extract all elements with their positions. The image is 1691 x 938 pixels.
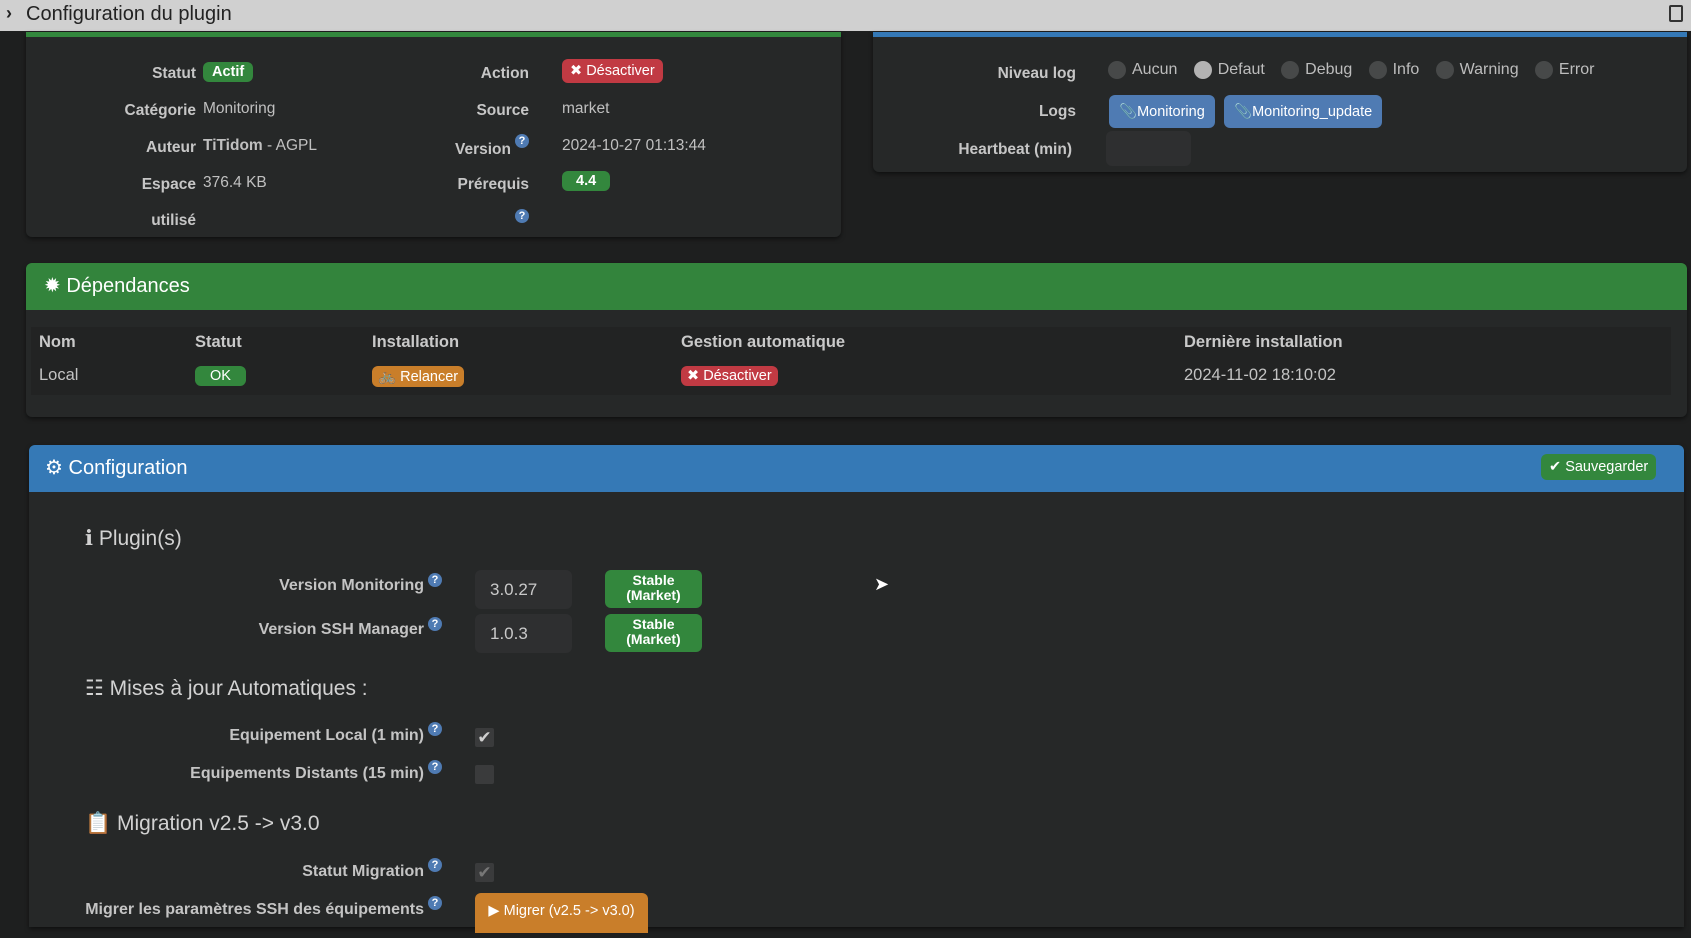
version-ssh-field: 1.0.3 — [475, 614, 572, 653]
action-label: Action — [480, 65, 529, 82]
desactiver-gestion-button[interactable]: ✖ Désactiver — [681, 366, 778, 386]
statut-migration-checkbox: ✔ — [475, 863, 494, 882]
categorie-value: Monitoring — [203, 100, 276, 117]
help-icon[interactable]: ? — [515, 134, 529, 148]
statut-migration-label: Statut Migration — [302, 863, 424, 880]
radio-error[interactable]: Error — [1534, 61, 1594, 79]
maximize-icon[interactable] — [1669, 5, 1683, 22]
version-label: Version — [455, 141, 511, 158]
play-circle-icon: ▶ — [488, 903, 500, 919]
list-check-icon: ☷ — [85, 677, 104, 700]
dependances-table: Nom Statut Installation Gestion automati… — [31, 327, 1671, 395]
statut-badge: Actif — [203, 62, 254, 82]
close-icon: ✖ — [687, 368, 700, 384]
desactiver-plugin-button[interactable]: ✖ Désactiver — [562, 59, 663, 83]
stable-market-badge: Stable (Market) — [605, 614, 702, 652]
relancer-button[interactable]: 🚲 Relancer — [372, 366, 465, 387]
chevron-right-icon[interactable]: › — [6, 3, 12, 24]
info-icon: ℹ — [85, 527, 93, 550]
migrer-label: Migrer les paramètres SSH des équipement… — [85, 901, 424, 918]
prerequis-badge: 4.4 — [562, 171, 611, 191]
radio-debug[interactable]: Debug — [1281, 61, 1352, 79]
col-gestion: Gestion automatique — [681, 333, 846, 351]
paperclip-icon: 📎 — [1119, 104, 1138, 120]
window-title: Configuration du plugin — [26, 3, 232, 25]
version-value: 2024-10-27 01:13:44 — [562, 137, 706, 154]
niveau-log-label: Niveau log — [997, 65, 1076, 82]
mouse-cursor-icon: ➤ — [874, 574, 890, 594]
dep-status-badge: OK — [195, 366, 246, 386]
auteur-name: TiTidom — [203, 137, 263, 154]
log-level-radios: Aucun Defaut Debug Info Warning Error — [1108, 61, 1606, 79]
col-installation: Installation — [372, 333, 460, 351]
dependances-title: Dépendances — [66, 275, 190, 297]
col-derniere: Dernière installation — [1184, 333, 1343, 351]
log-monitoring-button[interactable]: 📎Monitoring — [1109, 95, 1215, 128]
desactiver-label: Désactiver — [586, 63, 655, 79]
auteur-label: Auteur — [146, 139, 196, 156]
migrer-button[interactable]: ▶ Migrer (v2.5 -> v3.0) — [475, 893, 648, 933]
window-titlebar: › Configuration du plugin — [0, 0, 1691, 31]
cogs-icon: ⚙ — [45, 457, 63, 479]
equip-local-label: Equipement Local (1 min) — [229, 727, 424, 744]
help-icon[interactable]: ? — [515, 209, 529, 223]
dep-nom: Local — [39, 366, 79, 384]
clipboard-check-icon: 📋 — [85, 812, 112, 835]
dependances-header: ✹ Dépendances — [26, 263, 1687, 310]
help-icon[interactable]: ? — [428, 896, 442, 910]
configuration-title: Configuration — [68, 457, 188, 479]
auteur-license: - AGPL — [262, 137, 317, 154]
logs-label: Logs — [1038, 103, 1076, 120]
statut-label: Statut — [152, 65, 196, 82]
radio-info[interactable]: Info — [1368, 61, 1419, 79]
log-monitoring-update-button[interactable]: 📎Monitoring_update — [1224, 95, 1383, 128]
heartbeat-label: Heartbeat (min) — [958, 141, 1072, 158]
paperclip-icon: 📎 — [1234, 104, 1253, 120]
maj-heading: ☷ Mises à jour Automatiques : — [85, 677, 368, 700]
check-circle-icon: ✔ — [1549, 459, 1562, 475]
source-value: market — [562, 100, 610, 117]
cog-icon: ✹ — [44, 275, 61, 297]
bicycle-icon: 🚲 — [378, 369, 397, 385]
espace-label: Espace — [141, 176, 196, 193]
logs-panel: Niveau log Aucun Defaut Debug Info Warni… — [873, 32, 1687, 172]
plugins-heading: ℹ Plugin(s) — [85, 527, 182, 550]
radio-defaut[interactable]: Defaut — [1193, 61, 1265, 79]
dependances-panel: ✹ Dépendances Nom Statut Installation Ge… — [26, 263, 1687, 417]
espace-label-2: utilisé — [151, 212, 196, 229]
plugin-info-panel: Statut Actif Catégorie Monitoring Auteur… — [26, 32, 841, 237]
dep-derniere: 2024-11-02 18:10:02 — [1184, 366, 1336, 384]
help-icon[interactable]: ? — [428, 722, 442, 736]
radio-warning[interactable]: Warning — [1435, 61, 1519, 79]
close-icon: ✖ — [570, 63, 583, 79]
configuration-header: ⚙ Configuration — [29, 445, 1684, 492]
equip-distants-checkbox[interactable] — [475, 765, 494, 784]
help-icon[interactable]: ? — [428, 617, 442, 631]
source-label: Source — [476, 102, 529, 119]
version-monitoring-field: 3.0.27 — [475, 570, 572, 609]
categorie-label: Catégorie — [124, 102, 197, 119]
col-nom: Nom — [39, 333, 76, 351]
help-icon[interactable]: ? — [428, 760, 442, 774]
auteur-value: TiTidom - AGPL — [203, 137, 317, 155]
migration-heading: 📋 Migration v2.5 -> v3.0 — [85, 812, 320, 835]
equip-local-checkbox[interactable]: ✔ — [475, 728, 494, 747]
sauvegarder-button[interactable]: ✔ Sauvegarder — [1541, 454, 1657, 480]
version-monitoring-label: Version Monitoring — [279, 577, 424, 594]
radio-aucun[interactable]: Aucun — [1108, 61, 1177, 79]
col-statut: Statut — [195, 333, 242, 351]
prerequis-label: Prérequis — [457, 176, 529, 193]
stable-market-badge: Stable (Market) — [605, 570, 702, 608]
heartbeat-input[interactable] — [1106, 131, 1191, 166]
equip-distants-label: Equipements Distants (15 min) — [190, 765, 424, 782]
help-icon[interactable]: ? — [428, 858, 442, 872]
espace-value: 376.4 KB — [203, 174, 267, 191]
configuration-panel: ⚙ Configuration ✔ Sauvegarder ℹ Plugin(s… — [29, 445, 1684, 933]
version-ssh-label: Version SSH Manager — [258, 621, 424, 638]
help-icon[interactable]: ? — [428, 573, 442, 587]
